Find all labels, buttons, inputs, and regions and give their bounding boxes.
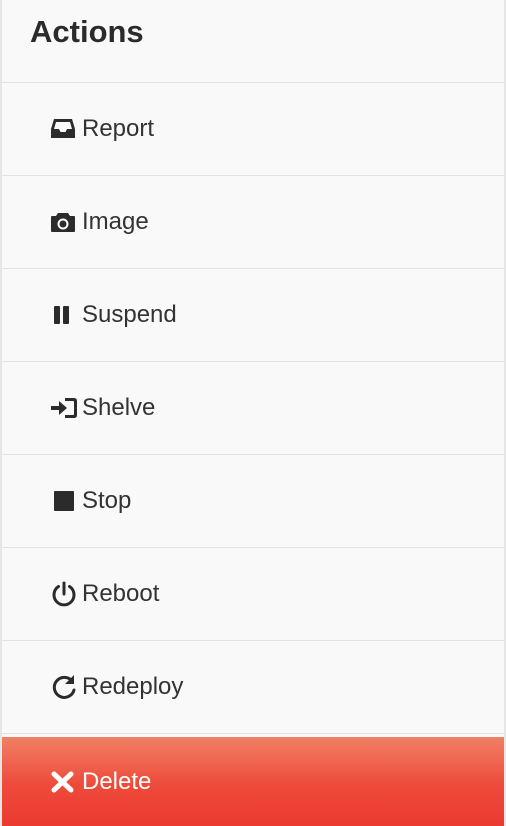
refresh-icon [50, 673, 78, 701]
sign-in-icon [50, 394, 78, 422]
action-suspend[interactable]: Suspend [2, 269, 504, 362]
actions-header: Actions [2, 0, 504, 83]
action-label: Stop [82, 487, 132, 514]
action-delete[interactable]: Delete [2, 737, 504, 826]
action-label: Delete [82, 767, 152, 795]
actions-panel: Actions Report Image Suspend Shelve Stop… [0, 0, 506, 826]
power-icon [50, 580, 78, 608]
actions-menu: Report Image Suspend Shelve Stop Reboot … [2, 83, 504, 734]
action-label: Report [82, 115, 155, 142]
action-label: Shelve [82, 394, 156, 421]
action-label: Suspend [82, 301, 177, 328]
action-report[interactable]: Report [2, 83, 504, 176]
action-label: Image [82, 208, 149, 235]
panel-title: Actions [30, 14, 144, 49]
action-reboot[interactable]: Reboot [2, 548, 504, 641]
action-image[interactable]: Image [2, 176, 504, 269]
stop-icon [50, 487, 78, 515]
inbox-icon [50, 115, 78, 143]
close-icon [50, 768, 78, 796]
pause-icon [50, 301, 78, 329]
camera-icon [50, 208, 78, 236]
action-stop[interactable]: Stop [2, 455, 504, 548]
action-label: Reboot [82, 580, 160, 607]
action-label: Redeploy [82, 673, 184, 700]
action-shelve[interactable]: Shelve [2, 362, 504, 455]
action-redeploy[interactable]: Redeploy [2, 641, 504, 734]
